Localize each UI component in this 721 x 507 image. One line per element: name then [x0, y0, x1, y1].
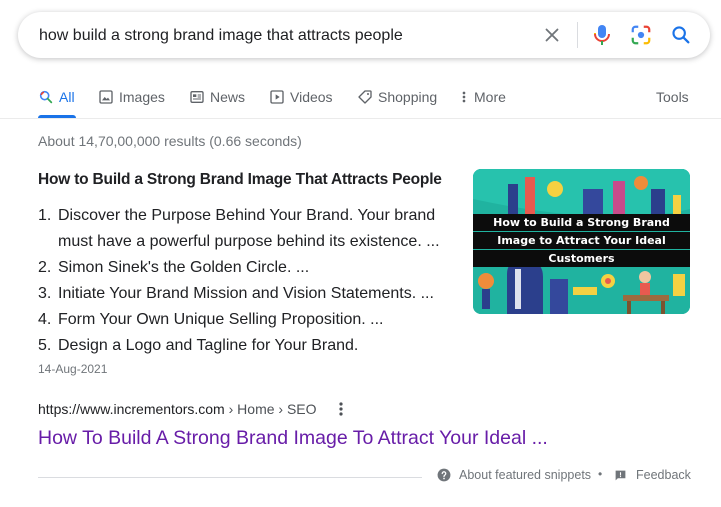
about-featured-snippets-link[interactable]: About featured snippets: [437, 468, 591, 482]
search-bar: how build a strong brand image that attr…: [18, 12, 710, 58]
voice-search-button[interactable]: [591, 23, 613, 47]
play-icon: [270, 90, 284, 104]
featured-snippet-title: How to Build a Strong Brand Image That A…: [38, 171, 442, 188]
list-number: 2.: [38, 259, 52, 276]
tab-more[interactable]: More: [459, 86, 506, 108]
tab-news[interactable]: News: [189, 86, 245, 108]
list-item: 5. Design a Logo and Tagline for Your Bra…: [38, 333, 443, 359]
feedback-icon: [615, 470, 626, 480]
result-title-link[interactable]: How To Build A Strong Brand Image To Att…: [38, 427, 548, 450]
more-vertical-icon: [339, 402, 343, 416]
list-text: Discover the Purpose Behind Your Brand. …: [58, 207, 440, 250]
result-options-button[interactable]: [334, 400, 348, 418]
list-number: 3.: [38, 285, 52, 302]
result-breadcrumb: › Home › SEO: [224, 401, 317, 417]
list-number: 1.: [38, 207, 52, 224]
tools-label: Tools: [656, 89, 689, 105]
tab-label: All: [59, 89, 75, 105]
footer-separator: •: [598, 467, 603, 481]
feedback-label: Feedback: [636, 468, 691, 482]
search-by-image-button[interactable]: [630, 24, 652, 46]
search-submit-button[interactable]: [670, 24, 692, 46]
list-number: 5.: [38, 337, 52, 354]
google-lens-icon: [631, 25, 651, 45]
more-vertical-icon: [462, 91, 466, 103]
tab-label: More: [474, 89, 506, 105]
tab-label: Images: [119, 89, 165, 105]
search-icon: [672, 26, 690, 44]
tabs-divider: [0, 118, 721, 119]
tab-label: Shopping: [378, 89, 438, 105]
tools-button[interactable]: Tools: [656, 86, 689, 108]
microphone-icon: [594, 25, 610, 45]
tab-shopping[interactable]: Shopping: [357, 86, 437, 108]
tab-all[interactable]: All: [38, 86, 75, 108]
search-input[interactable]: how build a strong brand image that attr…: [39, 27, 403, 45]
list-item: 1. Discover the Purpose Behind Your Brand…: [38, 203, 443, 255]
result-url: https://www.incrementors.com › Home › SE…: [38, 401, 317, 417]
list-text: Design a Logo and Tagline for Your Brand…: [58, 337, 359, 354]
about-label: About featured snippets: [459, 468, 592, 482]
result-domain: https://www.incrementors.com: [38, 401, 225, 417]
clear-search-button[interactable]: [541, 24, 563, 46]
help-icon: [437, 468, 451, 482]
tab-label: Videos: [290, 89, 333, 105]
image-caption-line: How to Build a Strong Brand: [473, 214, 690, 231]
list-number: 4.: [38, 311, 52, 328]
tab-videos[interactable]: Videos: [269, 86, 333, 108]
close-icon: [545, 28, 559, 42]
image-icon: [99, 90, 113, 104]
tag-icon: [358, 90, 372, 104]
image-caption-line: Customers: [473, 250, 690, 267]
featured-snippet-date: 14-Aug-2021: [38, 362, 108, 376]
snippet-footer-divider: [38, 477, 422, 478]
search-icon: [39, 90, 53, 104]
image-caption-line: Image to Attract Your Ideal: [473, 232, 690, 249]
list-item: 2. Simon Sinek's the Golden Circle. ...: [38, 255, 443, 281]
feedback-link[interactable]: Feedback: [614, 468, 691, 482]
tab-images[interactable]: Images: [98, 86, 165, 108]
search-bar-divider: [577, 22, 578, 48]
list-text: Simon Sinek's the Golden Circle. ...: [58, 259, 310, 276]
list-item: 4. Form Your Own Unique Selling Propositi…: [38, 307, 443, 333]
news-icon: [190, 91, 204, 103]
result-stats: About 14,70,00,000 results (0.66 seconds…: [38, 133, 302, 149]
list-text: Form Your Own Unique Selling Proposition…: [58, 311, 384, 328]
featured-snippet-image[interactable]: How to Build a Strong Brand Image to Att…: [473, 169, 690, 314]
featured-snippet-list: 1. Discover the Purpose Behind Your Brand…: [38, 203, 443, 359]
list-item: 3. Initiate Your Brand Mission and Vision…: [38, 281, 443, 307]
tab-label: News: [210, 89, 246, 105]
list-text: Initiate Your Brand Mission and Vision S…: [58, 285, 434, 302]
